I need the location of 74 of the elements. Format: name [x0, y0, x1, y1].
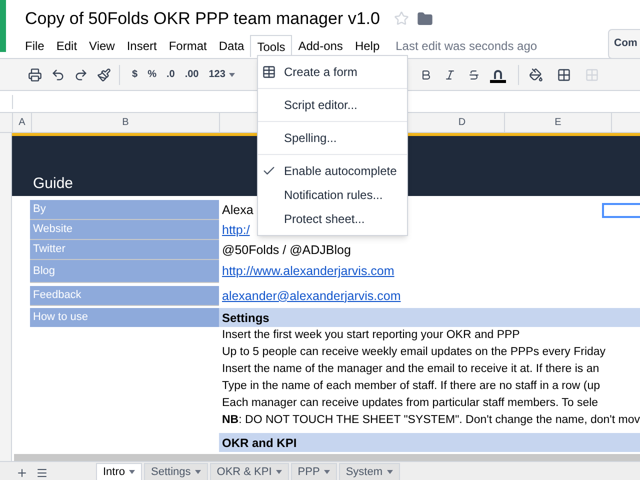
print-icon[interactable]: [28, 68, 42, 82]
menu-option[interactable]: Protect sheet...: [258, 207, 407, 231]
borders-icon[interactable]: [557, 68, 572, 82]
format-button[interactable]: .0: [166, 67, 175, 82]
label-cell: How to use: [30, 308, 219, 327]
instruction-text: NB: DO NOT TOUCH THE SHEET "SYSTEM". Don't change the name, don't mov: [221, 413, 640, 428]
format-button[interactable]: %: [148, 67, 156, 82]
menu-item[interactable]: Tools: [250, 35, 292, 57]
caret-icon: [386, 470, 392, 474]
format-button[interactable]: .00: [184, 67, 199, 82]
label-cell: Blog: [30, 260, 219, 283]
link[interactable]: http:/: [222, 220, 250, 240]
label-cell: By: [30, 200, 219, 220]
menu-item[interactable]: Add-ons: [292, 35, 349, 57]
instruction-text: Up to 5 people can receive weekly email updates on the PPPs every Friday: [221, 345, 607, 360]
sheet-heading: Guide: [33, 174, 74, 194]
fill-color-icon[interactable]: [529, 68, 544, 82]
menu-item[interactable]: Help: [348, 35, 386, 57]
horizontal-scrollbar[interactable]: [14, 454, 640, 461]
menu-item[interactable]: Edit: [50, 35, 84, 57]
format-button[interactable]: $: [132, 67, 138, 82]
label-cell: Feedback: [30, 286, 219, 306]
menu-option[interactable]: Enable autocomplete: [258, 159, 407, 183]
column-header[interactable]: D: [420, 113, 505, 132]
bold-icon[interactable]: [420, 68, 432, 80]
folder-icon[interactable]: [416, 10, 433, 26]
menu-option[interactable]: Spelling...: [258, 126, 407, 150]
cell-text: @50Folds / @ADJBlog: [222, 242, 351, 259]
caret-icon: [129, 470, 136, 474]
form-icon: [262, 65, 276, 79]
menu-item[interactable]: Format: [162, 35, 213, 57]
cell-text: Alexa: [222, 202, 254, 219]
menu-item[interactable]: Insert: [120, 35, 163, 57]
column-header[interactable]: E: [505, 113, 612, 132]
instruction-text: Insert the name of the manager and the email to receive it at. If there is an: [221, 362, 600, 377]
menu-option[interactable]: Notification rules...: [258, 183, 407, 207]
paint-format-icon[interactable]: [97, 68, 111, 82]
label-cell: Website: [30, 220, 219, 240]
document-title: Copy of 50Folds OKR PPP team manager v1.0: [25, 8, 380, 30]
format-button[interactable]: 123: [208, 67, 226, 82]
selected-cell: [602, 203, 640, 218]
column-header[interactable]: A: [13, 113, 32, 132]
comments-button[interactable]: Com: [608, 29, 640, 59]
section-header: Settings: [219, 308, 640, 327]
instruction-text: Insert the first week you start reporting your OKR and PPP: [221, 328, 521, 343]
strikethrough-icon[interactable]: [468, 68, 480, 80]
all-sheets-icon[interactable]: [36, 467, 48, 479]
caret-icon: [324, 470, 330, 474]
menu-option[interactable]: Create a form: [258, 60, 407, 84]
caret-icon: [194, 470, 201, 474]
sheet-tab[interactable]: PPP: [290, 463, 337, 480]
add-sheet-icon[interactable]: [16, 467, 28, 479]
star-icon[interactable]: [394, 11, 409, 26]
sheet-tab[interactable]: Intro: [96, 463, 142, 480]
last-edit-status[interactable]: Last edit was seconds ago: [396, 37, 538, 55]
menu-option[interactable]: Script editor...: [258, 93, 407, 117]
menu-item[interactable]: File: [19, 35, 50, 57]
section-header: OKR and KPI: [219, 433, 640, 452]
label-cell: Twitter: [30, 240, 219, 260]
redo-icon[interactable]: [74, 68, 88, 82]
menu-item[interactable]: View: [83, 35, 121, 57]
undo-icon[interactable]: [51, 68, 65, 82]
sheet-tab[interactable]: System: [338, 463, 400, 480]
sheet-tab[interactable]: OKR & KPI: [210, 463, 289, 480]
italic-icon[interactable]: [444, 68, 456, 80]
link[interactable]: alexander@alexanderjarvis.com: [222, 286, 401, 306]
instruction-text: Each manager can receive updates from particular staff members. To sele: [221, 396, 600, 411]
column-header[interactable]: B: [32, 113, 220, 132]
link[interactable]: http://www.alexanderjarvis.com: [222, 262, 394, 281]
instruction-text: Type in the name of each member of staff. If there are no staff in a row (up: [221, 379, 602, 394]
caret-icon: [276, 470, 282, 474]
sheet-tab[interactable]: Settings: [144, 463, 208, 480]
menu-item[interactable]: Data: [212, 35, 250, 57]
caret-icon: [229, 72, 236, 76]
